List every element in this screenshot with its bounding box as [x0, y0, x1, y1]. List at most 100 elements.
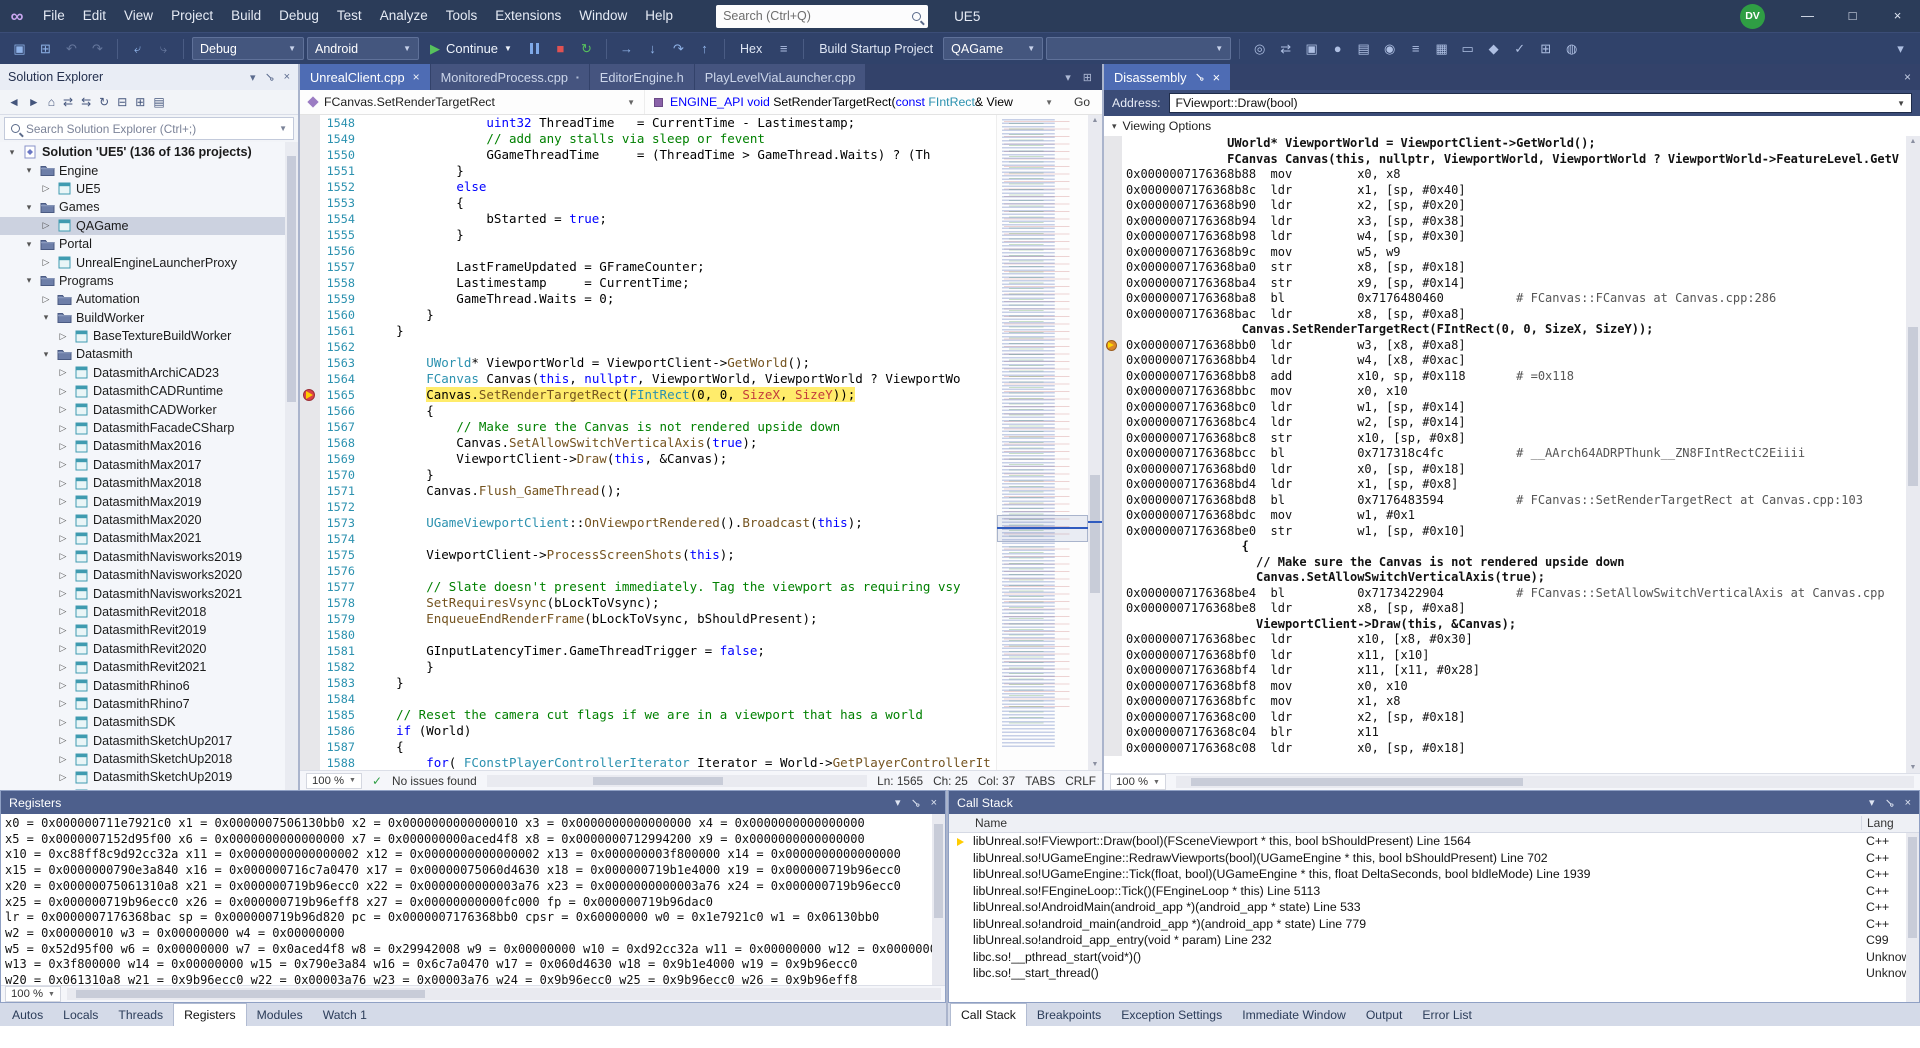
bookmark-icon[interactable]: ◆ [1482, 37, 1505, 60]
close-tab-icon[interactable]: × [413, 70, 420, 84]
tree-item-datasmithmax2017[interactable]: ▷DatasmithMax2017 [0, 456, 298, 474]
disassembly-instruction-line[interactable]: 0x0000007176368b88 mov x0, x8 [1104, 167, 1906, 183]
disassembly-instruction-line[interactable]: 0x0000007176368bb4 ldr w4, [x8, #0xac] [1104, 353, 1906, 369]
document-list-icon[interactable]: ▾ [1065, 71, 1071, 84]
go-button[interactable]: Go [1062, 95, 1102, 109]
scrollbar-thumb[interactable] [287, 156, 296, 402]
breakpoint-margin[interactable] [1104, 415, 1122, 431]
tree-item-datasmithmax2018[interactable]: ▷DatasmithMax2018 [0, 474, 298, 492]
health-check-icon[interactable]: ✓ [372, 774, 382, 788]
restart-icon[interactable]: ↻ [575, 37, 598, 60]
expander-icon[interactable]: ▾ [40, 349, 52, 360]
breakpoint-margin[interactable] [300, 211, 320, 227]
breakpoint-margin[interactable] [300, 355, 320, 371]
expander-icon[interactable]: ▾ [23, 165, 35, 176]
step-into-icon[interactable]: ↓ [641, 37, 664, 60]
disassembly-instruction-line[interactable]: 0x0000007176368bfc mov x1, x8 [1104, 694, 1906, 710]
panel-tab-immediate-window[interactable]: Immediate Window [1232, 1003, 1356, 1026]
breakpoint-margin[interactable] [1104, 524, 1122, 540]
expander-icon[interactable]: ▷ [40, 257, 52, 268]
visual-studio-logo-icon[interactable]: ∞ [0, 6, 34, 27]
disassembly-instruction-line[interactable]: 0x0000007176368bc4 ldr w2, [sp, #0x14] [1104, 415, 1906, 431]
tree-item-datasmithcadworker[interactable]: ▷DatasmithCADWorker [0, 400, 298, 418]
callstack-frame[interactable]: libUnreal.so!android_main(android_app *)… [949, 916, 1919, 933]
disassembly-instruction-line[interactable]: 0x0000007176368bdc mov w1, #0x1 [1104, 508, 1906, 524]
close-icon[interactable]: × [1905, 797, 1911, 809]
panel-tab-threads[interactable]: Threads [108, 1003, 173, 1026]
tree-item-datasmithmax2021[interactable]: ▷DatasmithMax2021 [0, 529, 298, 547]
solution-explorer-search-box[interactable]: Search Solution Explorer (Ctrl+;) ▼ [4, 117, 294, 140]
disassembly-instruction-line[interactable]: 0x0000007176368bd0 ldr x0, [sp, #0x18] [1104, 462, 1906, 478]
breakpoint-margin[interactable] [300, 419, 320, 435]
breakpoint-margin[interactable] [300, 755, 320, 770]
disassembly-instruction-line[interactable]: 0x0000007176368ba4 str x9, [sp, #0x14] [1104, 276, 1906, 292]
breakpoint-margin[interactable] [300, 579, 320, 595]
viewing-options-toggle[interactable]: ▾ Viewing Options [1104, 116, 1920, 136]
navbar-member-dropdown[interactable]: ENGINE_API void SetRenderTargetRect(cons… [645, 90, 1062, 114]
callstack-frame[interactable]: libUnreal.so!FViewport::Draw(bool)(FScen… [949, 833, 1919, 850]
disassembly-horizontal-scrollbar[interactable] [1176, 776, 1914, 788]
undo-icon[interactable]: ↶ [60, 37, 83, 60]
close-tab-icon[interactable]: × [1213, 70, 1220, 85]
window-position-icon[interactable]: ▾ [1869, 796, 1875, 809]
breakpoint-margin[interactable] [1104, 260, 1122, 276]
tree-item-datasmithrevit2018[interactable]: ▷DatasmithRevit2018 [0, 603, 298, 621]
breakpoint-margin[interactable] [300, 499, 320, 515]
close-icon[interactable]: × [284, 71, 290, 83]
tree-item-datasmithsketchup2018[interactable]: ▷DatasmithSketchUp2018 [0, 750, 298, 768]
hex-toggle[interactable]: Hex [733, 42, 769, 56]
breakpoint-margin[interactable] [300, 643, 320, 659]
show-next-statement-icon[interactable]: → [615, 37, 638, 60]
breakpoint-margin[interactable] [300, 371, 320, 387]
expander-icon[interactable]: ▷ [57, 588, 69, 599]
tree-item-datasmithmax2019[interactable]: ▷DatasmithMax2019 [0, 492, 298, 510]
expander-icon[interactable]: ▾ [6, 147, 18, 158]
breakpoint-margin[interactable] [300, 451, 320, 467]
panel-tab-locals[interactable]: Locals [53, 1003, 108, 1026]
minimap[interactable] [996, 115, 1088, 770]
disassembly-vertical-scrollbar[interactable]: ▲ ▼ [1906, 136, 1920, 773]
breakpoint-margin[interactable] [300, 675, 320, 691]
breakpoint-margin[interactable] [300, 115, 320, 131]
tree-item-qagame[interactable]: ▷QAGame [0, 217, 298, 235]
quick-search-box[interactable]: Search (Ctrl+Q) [716, 5, 928, 28]
expander-icon[interactable]: ▷ [57, 625, 69, 636]
expander-icon[interactable]: ▷ [57, 441, 69, 452]
panel-tab-registers[interactable]: Registers [173, 1003, 246, 1026]
breakpoint-margin[interactable] [300, 707, 320, 723]
tree-item-datasmitharchicad23[interactable]: ▷DatasmithArchiCAD23 [0, 364, 298, 382]
breakpoints-window-icon[interactable]: ● [1326, 37, 1349, 60]
tree-item-games[interactable]: ▾Games [0, 198, 298, 216]
tree-item-datasmith[interactable]: ▾Datasmith [0, 345, 298, 363]
menu-project[interactable]: Project [162, 0, 222, 32]
tree-item-basetexturebuildworker[interactable]: ▷BaseTextureBuildWorker [0, 327, 298, 345]
breakpoint-margin[interactable] [1104, 477, 1122, 493]
breakpoint-margin[interactable] [1104, 601, 1122, 617]
callstack-frame[interactable]: libUnreal.so!AndroidMain(android_app *)(… [949, 899, 1919, 916]
menu-help[interactable]: Help [636, 0, 682, 32]
tree-item-datasmithsketchup2020[interactable]: ▷DatasmithSketchUp2020 [0, 787, 298, 790]
scrollbar-thumb[interactable] [593, 777, 722, 785]
expander-icon[interactable]: ▷ [57, 717, 69, 728]
breakpoint-margin[interactable] [1104, 400, 1122, 416]
restore-button[interactable]: □ [1830, 0, 1875, 32]
document-tab-monitoredprocess-cpp[interactable]: MonitoredProcess.cpp▪ [431, 64, 589, 90]
secondary-combo[interactable]: ▼ [1046, 37, 1231, 60]
expander-icon[interactable]: ▷ [40, 294, 52, 305]
tree-item-buildworker[interactable]: ▾BuildWorker [0, 309, 298, 327]
registers-vertical-scrollbar[interactable] [932, 814, 945, 985]
breakpoint-margin[interactable] [1104, 369, 1122, 385]
breakpoint-margin[interactable] [300, 323, 320, 339]
feedback-icon[interactable]: ◍ [1560, 37, 1583, 60]
disassembly-instruction-line[interactable]: 0x0000007176368b98 ldr w4, [sp, #0x30] [1104, 229, 1906, 245]
expander-icon[interactable]: ▷ [57, 386, 69, 397]
step-over-icon[interactable]: ↷ [667, 37, 690, 60]
menu-view[interactable]: View [115, 0, 162, 32]
breakpoint-margin[interactable] [1104, 446, 1122, 462]
breakpoint-margin[interactable] [300, 691, 320, 707]
expander-icon[interactable]: ▷ [57, 478, 69, 489]
close-icon[interactable]: × [931, 797, 937, 809]
pin-icon[interactable]: ⊸ [261, 68, 278, 85]
startup-project-combo[interactable]: QAGame▼ [943, 37, 1043, 60]
properties-icon[interactable]: ▤ [153, 95, 164, 109]
